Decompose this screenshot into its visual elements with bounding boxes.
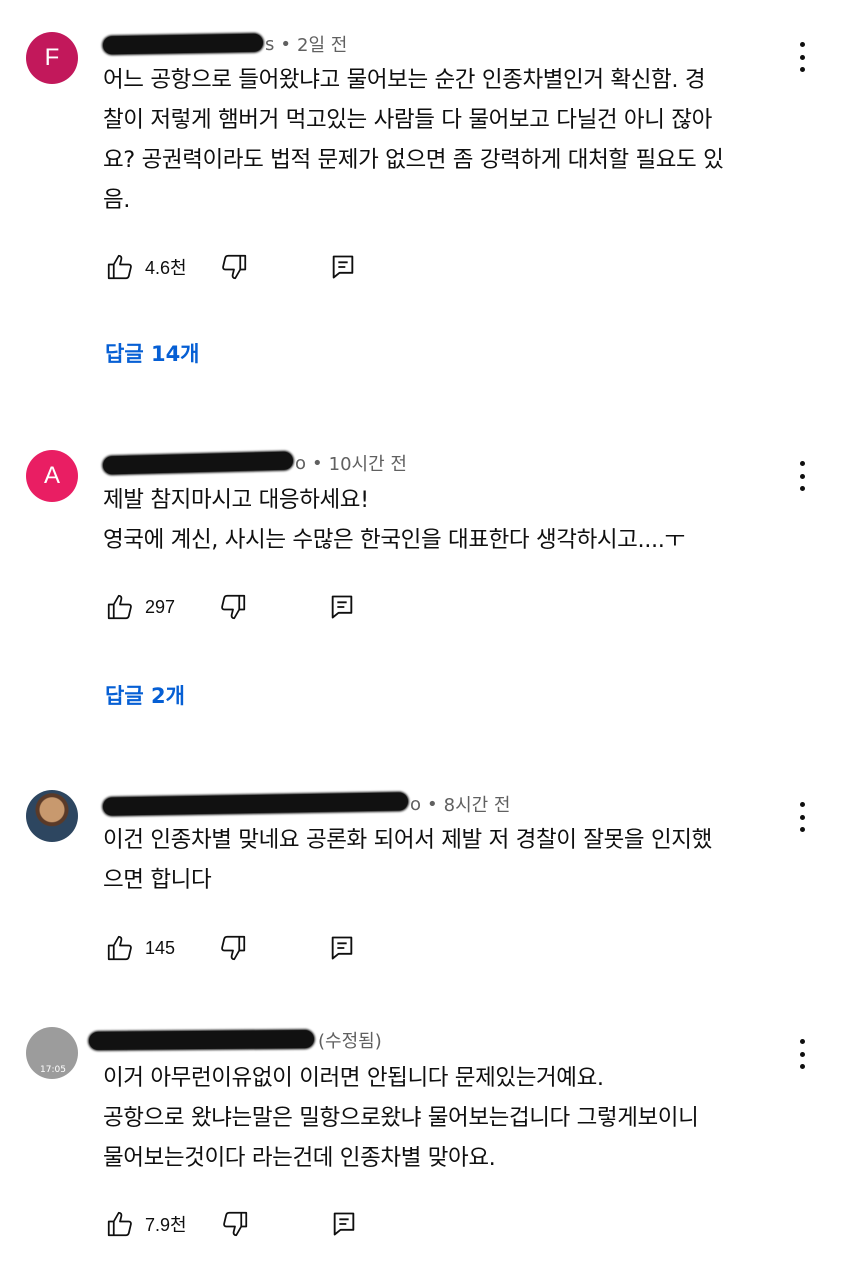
like-count: 297 <box>145 596 176 617</box>
comment-text: 이거 아무런이유없이 이러면 안됩니다 문제있는거예요. 공항으로 왔냐는말은 … <box>103 1058 803 1178</box>
thumbs-down-icon <box>221 594 246 620</box>
comment-time[interactable]: 10시간 전 <box>329 450 407 476</box>
comment-header: s • 2일 전 <box>102 30 347 58</box>
reply-button[interactable] <box>328 933 356 963</box>
dislike-button[interactable] <box>220 1209 250 1239</box>
avatar-letter: F <box>44 44 60 71</box>
comment-line: 요? 공권력이라도 법적 문제가 없으면 좀 강력하게 대처할 필요도 있 <box>103 147 724 173</box>
comment-text: 이건 인종차별 맞네요 공론화 되어서 제발 저 경찰이 잘못을 인지했 으면 … <box>103 820 803 900</box>
thumbs-down-icon <box>222 1211 247 1237</box>
view-replies-link[interactable]: 답글 2개 <box>105 680 185 710</box>
comment-line: 찰이 저렇게 햄버거 먹고있는 사람들 다 물어보고 다닐건 아니 잖아 <box>103 107 712 133</box>
comment-text: 어느 공항으로 들어왔냐고 물어보는 순간 인종차별인거 확신함. 경 찰이 저… <box>103 60 803 220</box>
like-count: 7.9천 <box>145 1215 187 1235</box>
avatar-caption: 17:05 <box>40 1065 66 1075</box>
separator-dot: • <box>427 793 438 815</box>
avatar[interactable]: F <box>26 32 78 84</box>
like-button[interactable]: 7.9천 <box>105 1209 187 1239</box>
comment-header: o • 10시간 전 <box>102 449 407 477</box>
comment-line: 공항으로 왔냐는말은 밀항으로왔냐 물어보는겁니다 그렇게보이니 <box>103 1105 699 1131</box>
comment-actions: 7.9천 <box>105 1209 358 1239</box>
redacted-username[interactable] <box>88 1030 315 1050</box>
comment-line: 음. <box>103 187 131 213</box>
redacted-username[interactable] <box>102 33 264 55</box>
comment-time[interactable]: 8시간 전 <box>444 791 511 817</box>
thumbs-up-icon <box>107 254 132 280</box>
username-tail: o <box>295 452 307 474</box>
redacted-username[interactable] <box>102 451 294 475</box>
like-button[interactable]: 297 <box>105 592 175 622</box>
edited-label: (수정됨) <box>318 1031 382 1052</box>
comment-line: 영국에 계신, 사시는 수많은 한국인을 대표한다 생각하시고....ㅜ <box>103 527 685 553</box>
reply-button[interactable] <box>328 592 356 622</box>
thumbs-down-icon <box>221 935 246 961</box>
reply-button[interactable] <box>329 252 357 282</box>
comment-line: 어느 공항으로 들어왔냐고 물어보는 순간 인종차별인거 확신함. 경 <box>103 67 706 93</box>
separator-dot: • <box>280 33 292 55</box>
avatar-letter: A <box>43 462 60 489</box>
reply-comment-icon <box>331 595 353 619</box>
username-tail: s <box>265 33 275 55</box>
reply-comment-icon <box>331 936 353 960</box>
like-button[interactable]: 145 <box>105 933 175 963</box>
comment-line: 물어보는것이다 라는건데 인종차별 맞아요. <box>103 1145 496 1171</box>
thumbs-up-icon <box>107 594 132 620</box>
redacted-username[interactable] <box>102 792 409 816</box>
separator-dot: • <box>312 452 323 474</box>
thumbs-up-icon <box>107 935 132 961</box>
dislike-button[interactable] <box>218 592 248 622</box>
like-count: 4.6천 <box>145 258 187 278</box>
comment-line: 제발 참지마시고 대응하세요! <box>103 487 369 513</box>
username-tail: o <box>410 793 422 815</box>
comment-text: 제발 참지마시고 대응하세요! 영국에 계신, 사시는 수많은 한국인을 대표한… <box>103 480 803 560</box>
comment-header: o • 8시간 전 <box>102 790 511 818</box>
reply-button[interactable] <box>330 1209 358 1239</box>
comment-line: 이거 아무런이유없이 이러면 안됩니다 문제있는거예요. <box>103 1065 604 1091</box>
comment-header: (수정됨) <box>88 1026 382 1054</box>
comment-actions: 145 <box>105 933 356 963</box>
comment-time[interactable]: 2일 전 <box>297 31 347 57</box>
avatar[interactable] <box>26 790 78 842</box>
avatar[interactable]: 17:05 <box>26 1027 78 1079</box>
comment-line: 으면 합니다 <box>103 867 212 893</box>
comment-actions: 297 <box>105 592 356 622</box>
dislike-button[interactable] <box>219 252 249 282</box>
reply-comment-icon <box>333 1212 354 1236</box>
comment-line: 이건 인종차별 맞네요 공론화 되어서 제발 저 경찰이 잘못을 인지했 <box>103 827 712 853</box>
like-count: 145 <box>145 937 176 958</box>
thumbs-up-icon <box>107 1211 132 1237</box>
dislike-button[interactable] <box>218 933 248 963</box>
reply-comment-icon <box>332 255 353 279</box>
view-replies-link[interactable]: 답글 14개 <box>105 338 200 368</box>
thumbs-down-icon <box>221 254 246 280</box>
like-button[interactable]: 4.6천 <box>105 252 187 282</box>
comment-actions: 4.6천 <box>105 252 357 282</box>
avatar[interactable]: A <box>26 450 78 502</box>
